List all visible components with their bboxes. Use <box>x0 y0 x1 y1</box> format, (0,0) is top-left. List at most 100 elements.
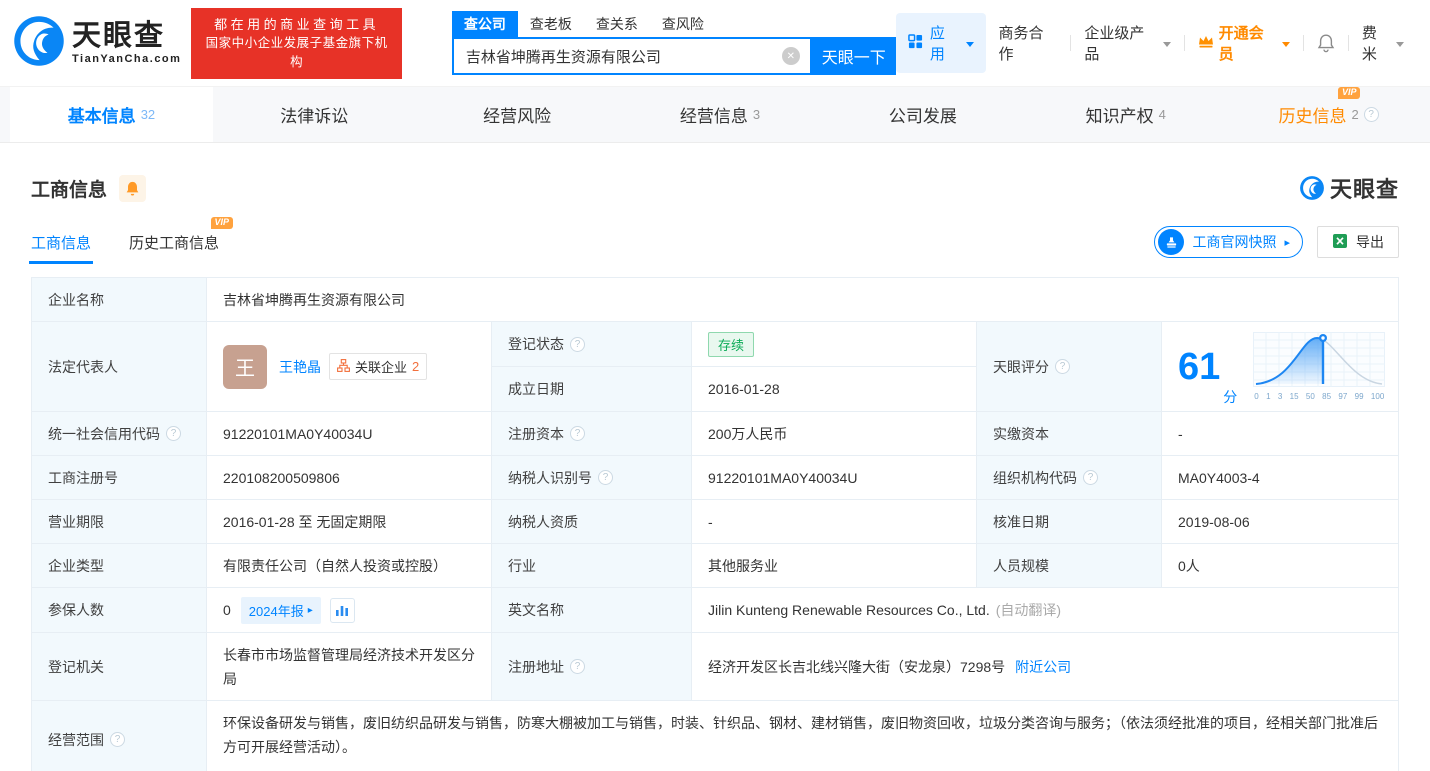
official-snapshot-button[interactable]: 工商官网快照 ▸ <box>1154 226 1303 258</box>
score-value: 61 <box>1178 348 1220 386</box>
subtab-history-business-info[interactable]: 历史工商信息 VIP <box>129 232 219 264</box>
section-header: 工商信息 天眼查 <box>31 172 1399 204</box>
field-label-company-name: 企业名称 <box>32 278 207 322</box>
field-label-taxpayer-id: 纳税人识别号? <box>492 456 692 500</box>
subscribe-bell-button[interactable] <box>119 175 146 202</box>
tab-basic-info[interactable]: 基本信息 32 <box>10 87 213 142</box>
help-icon[interactable]: ? <box>110 732 125 747</box>
username: 费米 <box>1362 22 1391 64</box>
status-badge: 存续 <box>708 332 754 357</box>
field-value-company-name: 吉林省坤腾再生资源有限公司 <box>207 278 1398 322</box>
clear-icon[interactable]: ✕ <box>782 47 800 65</box>
help-icon[interactable]: ? <box>598 470 613 485</box>
search-tab-boss[interactable]: 查老板 <box>518 11 584 37</box>
help-icon[interactable]: ? <box>570 659 585 674</box>
field-label-industry: 行业 <box>492 544 692 588</box>
help-icon[interactable]: ? <box>1364 107 1379 122</box>
arrow-right-icon: ▸ <box>1284 236 1290 249</box>
subtab-actions: 工商官网快照 ▸ 导出 <box>1154 226 1399 264</box>
report-tag-label: 2024年报 <box>249 601 304 620</box>
menu-enterprise[interactable]: 企业级产品 <box>1084 22 1170 64</box>
menu-cooperation[interactable]: 商务合作 <box>999 22 1058 64</box>
menu-open-vip[interactable]: 开通会员 <box>1198 22 1290 64</box>
field-label-legal-rep: 法定代表人 <box>32 322 207 412</box>
vip-badge: VIP <box>211 217 234 229</box>
divider <box>1348 35 1349 51</box>
search-tab-company[interactable]: 查公司 <box>452 11 518 37</box>
field-value-reg-status: 存续 <box>692 322 977 367</box>
search-tabs: 查公司 查老板 查关系 查风险 <box>452 11 896 37</box>
export-button[interactable]: 导出 <box>1317 226 1399 258</box>
field-value-business-term: 2016-01-28 至 无固定期限 <box>207 500 492 544</box>
business-info-table: 企业名称 吉林省坤腾再生资源有限公司 法定代表人 王 王艳晶 关联企业 2 登记… <box>31 277 1399 771</box>
field-value-reg-capital: 200万人民币 <box>692 412 977 456</box>
search-area: 查公司 查老板 查关系 查风险 ✕ 天眼一下 <box>452 11 896 75</box>
tianyancha-logo[interactable]: 天眼查 TianYanCha.com <box>12 14 181 73</box>
field-label-taxpayer-quality: 纳税人资质 <box>492 500 692 544</box>
field-label-paid-capital: 实缴资本 <box>977 412 1162 456</box>
avatar[interactable]: 王 <box>223 345 267 389</box>
subtab-label: 历史工商信息 <box>129 235 219 252</box>
tab-legal-litigation[interactable]: 法律诉讼 <box>213 87 416 142</box>
field-label-business-scope: 经营范围? <box>32 701 207 771</box>
tab-label: 经营信息 <box>680 102 748 127</box>
subtab-row: 工商信息 历史工商信息 VIP 工商官网快照 ▸ <box>31 226 1399 264</box>
logo-title: 天眼查 <box>72 21 181 51</box>
field-label-reg-address: 注册地址? <box>492 633 692 701</box>
help-icon[interactable]: ? <box>1055 359 1070 374</box>
help-icon[interactable]: ? <box>570 426 585 441</box>
related-companies-badge[interactable]: 关联企业 2 <box>329 353 427 380</box>
tab-operation-info[interactable]: 经营信息 3 <box>619 87 822 142</box>
help-icon[interactable]: ? <box>166 426 181 441</box>
main-content: 工商信息 天眼查 工商信息 历史工商信息 VIP <box>0 172 1430 771</box>
field-label-business-term: 营业期限 <box>32 500 207 544</box>
tab-operation-risk[interactable]: 经营风险 <box>416 87 619 142</box>
field-value-insured: 0 2024年报 ▸ <box>207 588 492 633</box>
tab-intellectual-property[interactable]: 知识产权 4 <box>1024 87 1227 142</box>
field-value-org-code: MA0Y4003-4 <box>1162 456 1398 500</box>
field-label-establish-date: 成立日期 <box>492 367 692 412</box>
search-input-wrap: ✕ <box>452 37 812 75</box>
help-icon[interactable]: ? <box>1083 470 1098 485</box>
subtab-business-info[interactable]: 工商信息 <box>31 232 91 264</box>
tianyancha-logo-icon <box>12 14 66 73</box>
field-value-paid-capital: - <box>1162 412 1398 456</box>
chevron-down-icon <box>1282 42 1290 47</box>
divider <box>1303 35 1304 51</box>
search-tab-risk[interactable]: 查风险 <box>650 11 716 37</box>
tab-history-info[interactable]: 历史信息 VIP 2 ? <box>1227 87 1430 142</box>
annual-report-tag[interactable]: 2024年报 ▸ <box>241 597 321 624</box>
user-menu[interactable]: 费米 <box>1362 22 1404 64</box>
search-tab-relation[interactable]: 查关系 <box>584 11 650 37</box>
search-input[interactable] <box>454 48 810 65</box>
help-icon[interactable]: ? <box>570 337 585 352</box>
chevron-down-icon <box>1396 42 1404 47</box>
legal-rep-name-link[interactable]: 王艳晶 <box>279 357 321 377</box>
vip-badge: VIP <box>1338 87 1361 99</box>
bell-icon <box>1317 33 1335 53</box>
promo-line1: 都在用的商业查询工具 <box>200 15 392 34</box>
field-value-taxpayer-id: 91220101MA0Y40034U <box>692 456 977 500</box>
field-label-company-type: 企业类型 <box>32 544 207 588</box>
logo-domain: TianYanCha.com <box>72 53 181 65</box>
divider <box>1184 35 1185 51</box>
tab-label: 知识产权 <box>1086 102 1154 127</box>
tianyancha-company-page: 天眼查 TianYanCha.com 都在用的商业查询工具 国家中小企业发展子基… <box>0 0 1430 771</box>
field-label-credit-code: 统一社会信用代码? <box>32 412 207 456</box>
field-value-legal-rep: 王 王艳晶 关联企业 2 <box>207 322 492 412</box>
chevron-down-icon <box>966 42 974 47</box>
insured-trend-button[interactable] <box>330 598 355 623</box>
excel-icon <box>1332 233 1348 252</box>
tab-company-development[interactable]: 公司发展 <box>821 87 1024 142</box>
field-value-staff-size: 0人 <box>1162 544 1398 588</box>
search-button[interactable]: 天眼一下 <box>812 37 896 75</box>
notification-bell[interactable] <box>1317 33 1335 53</box>
section-title: 工商信息 <box>31 175 107 202</box>
open-vip-label: 开通会员 <box>1219 22 1277 64</box>
tianyancha-logo-icon <box>1299 175 1325 201</box>
nearby-companies-link[interactable]: 附近公司 <box>1015 657 1071 677</box>
score-unit: 分 <box>1223 387 1237 407</box>
field-value-industry: 其他服务业 <box>692 544 977 588</box>
bar-chart-icon <box>335 603 349 617</box>
apps-menu[interactable]: 应用 <box>896 13 986 73</box>
